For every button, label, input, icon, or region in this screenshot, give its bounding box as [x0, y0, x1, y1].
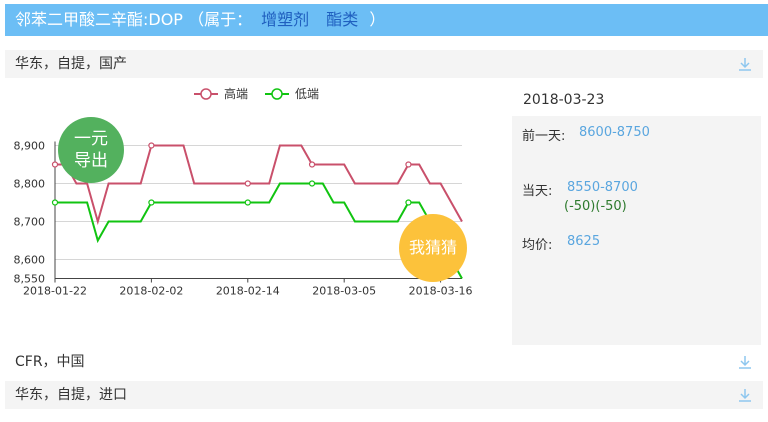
y-tick-label: 8,600: [14, 254, 46, 267]
category-link-plasticizer[interactable]: 增塑剂: [261, 10, 309, 29]
data-point: [51, 161, 59, 168]
avg-label: 均价:: [522, 238, 553, 253]
legend-marker: [200, 88, 212, 100]
data-point: [405, 161, 412, 168]
y-tick-label: 8,800: [14, 178, 46, 191]
data-point: [148, 199, 155, 206]
download-icon[interactable]: [737, 387, 753, 403]
quote-date: 2018-03-23: [523, 92, 605, 108]
data-point: [51, 199, 59, 206]
legend-label: 高端: [224, 86, 248, 101]
avg-value: 8625: [567, 234, 601, 249]
product-title: 邻苯二甲酸二辛酯:DOP: [15, 10, 183, 29]
today-value: 8550-8700: [567, 180, 638, 195]
data-point: [148, 142, 155, 149]
legend-marker: [271, 88, 283, 100]
series-line-low: [55, 182, 463, 279]
prev-day-value: 8600-8750: [579, 125, 650, 140]
today-change: (-50)(-50): [564, 199, 627, 214]
prev-day-label: 前一天:: [522, 129, 566, 144]
category-link-esters[interactable]: 酯类: [326, 10, 358, 29]
market-row-label: CFR，中国: [15, 354, 85, 370]
guess-button[interactable]: 我猜猜: [399, 214, 467, 282]
market-row-domestic[interactable]: 华东，自提，国产: [5, 50, 763, 78]
download-icon[interactable]: [737, 56, 753, 72]
data-point: [308, 161, 316, 168]
x-tick-label: 2018-03-05: [312, 285, 376, 298]
market-row-label: 华东，自提，国产: [15, 56, 127, 72]
x-tick-label: 2018-03-16: [409, 285, 473, 298]
data-point: [244, 199, 251, 206]
quote-panel: 前一天: 8600-8750 当天: 8550-8700 (-50)(-50) …: [512, 116, 761, 345]
y-tick-label: 8,900: [14, 140, 46, 153]
market-row-import[interactable]: 华东，自提，进口: [5, 381, 763, 409]
data-point: [405, 199, 412, 206]
belongs-prefix: （属于：: [188, 10, 253, 29]
x-tick-label: 2018-02-14: [216, 285, 280, 298]
export-button[interactable]: 一元 导出: [58, 117, 124, 183]
download-icon[interactable]: [737, 354, 753, 370]
export-button-line1: 一元: [74, 129, 108, 149]
market-row-label: 华东，自提，进口: [15, 387, 127, 403]
x-tick-label: 2018-02-02: [119, 285, 183, 298]
product-title-bar: 邻苯二甲酸二辛酯:DOP （属于： 增塑剂 酯类 ）: [5, 4, 768, 36]
data-point: [308, 180, 316, 187]
market-row-cfr[interactable]: CFR，中国: [5, 348, 763, 376]
x-tick-label: 2018-01-22: [23, 285, 87, 298]
export-button-line2: 导出: [74, 151, 108, 171]
belongs-suffix: ）: [369, 10, 386, 29]
legend-label: 低端: [295, 87, 319, 101]
data-point: [244, 180, 251, 187]
y-tick-label: 8,700: [14, 216, 46, 229]
today-label: 当天:: [522, 184, 553, 199]
